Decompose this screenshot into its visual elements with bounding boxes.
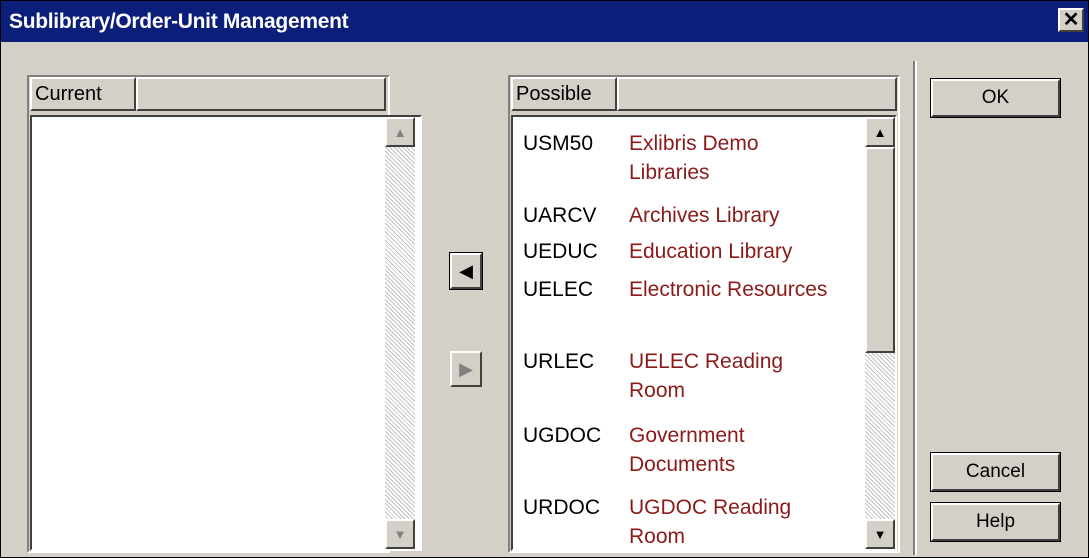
triangle-down-icon: ▼ xyxy=(873,526,887,542)
possible-list[interactable]: USM50 Exlibris Demo Libraries UARCV Arch… xyxy=(511,115,897,551)
current-column-header[interactable]: Current xyxy=(30,77,136,111)
current-column-filler xyxy=(136,77,386,111)
item-name: UGDOC Reading Room xyxy=(629,496,792,548)
triangle-up-icon: ▲ xyxy=(393,124,407,140)
item-name: Education Library xyxy=(629,240,793,263)
current-header: Current xyxy=(30,77,386,111)
move-left-button[interactable]: ◀ xyxy=(449,252,483,290)
move-right-button[interactable]: ▶ xyxy=(450,351,482,387)
current-list[interactable]: ▲ ▼ xyxy=(30,115,422,551)
triangle-down-icon: ▼ xyxy=(393,526,407,542)
item-code: UEDUC xyxy=(523,240,598,263)
item-code: URLEC xyxy=(523,350,595,373)
item-code: UGDOC xyxy=(523,424,602,447)
dialog-window: Sublibrary/Order-Unit Management ✕ Curre… xyxy=(0,0,1089,558)
item-code: UARCV xyxy=(523,204,597,227)
button-divider xyxy=(913,61,917,555)
cancel-button[interactable]: Cancel xyxy=(930,452,1061,492)
triangle-right-icon: ▶ xyxy=(459,358,473,379)
triangle-left-icon: ◀ xyxy=(459,260,473,281)
item-code: USM50 xyxy=(523,132,594,155)
item-name: Archives Library xyxy=(629,204,780,227)
item-name: Government Documents xyxy=(629,424,745,476)
possible-scroll-down-button[interactable]: ▼ xyxy=(865,519,895,549)
ok-button[interactable]: OK xyxy=(930,78,1061,118)
possible-scroll-up-button[interactable]: ▲ xyxy=(865,117,895,147)
triangle-up-icon: ▲ xyxy=(873,124,887,140)
current-scroll-up-button[interactable]: ▲ xyxy=(385,117,415,147)
possible-column-header[interactable]: Possible xyxy=(511,77,617,111)
current-scroll-down-button[interactable]: ▼ xyxy=(385,519,415,549)
item-name: UELEC Reading Room xyxy=(629,350,784,402)
title-bar: Sublibrary/Order-Unit Management ✕ xyxy=(1,1,1088,42)
help-button[interactable]: Help xyxy=(930,502,1061,542)
close-button[interactable]: ✕ xyxy=(1058,8,1084,32)
current-scrollbar[interactable]: ▲ ▼ xyxy=(385,117,415,549)
window-title: Sublibrary/Order-Unit Management xyxy=(9,10,349,33)
possible-column-filler xyxy=(617,77,897,111)
possible-scroll-thumb[interactable] xyxy=(865,147,895,353)
item-code: UELEC xyxy=(523,278,594,301)
item-code: URDOC xyxy=(523,496,600,519)
item-name: Exlibris Demo Libraries xyxy=(629,132,759,184)
close-icon: ✕ xyxy=(1062,9,1080,31)
possible-scrollbar[interactable]: ▲ ▼ xyxy=(865,117,895,549)
possible-header: Possible xyxy=(511,77,897,111)
item-name: Electronic Resources xyxy=(629,278,828,301)
